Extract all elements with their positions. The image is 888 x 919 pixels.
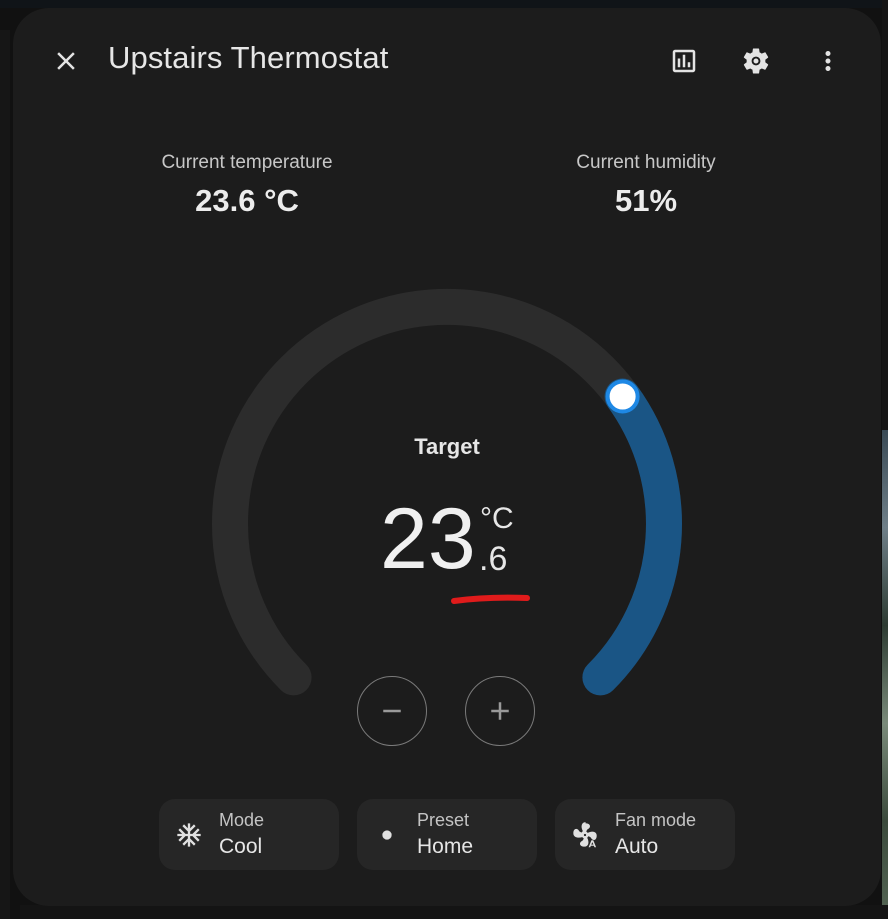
mode-chip[interactable]: Mode Cool [159,799,339,870]
mode-chip-label: Mode [219,810,265,830]
snowflake-icon [175,821,203,849]
dot-icon [373,821,401,849]
target-temperature-integer: 23 [380,491,476,587]
thermostat-dialog: Upstairs Thermostat Current temperature … [13,8,881,906]
decrease-temperature-button[interactable] [357,676,427,746]
target-temperature-unit: °C [480,502,514,535]
fan-auto-icon [571,821,599,849]
red-annotation-underline [451,594,530,604]
increase-temperature-button[interactable] [465,676,535,746]
preset-chip[interactable]: Preset Home [357,799,537,870]
background-top-bar [0,0,888,8]
background-right-image [882,430,888,919]
mode-chip-value: Cool [219,835,263,858]
background-bottom-panel [20,905,888,919]
fan-mode-chip-label: Fan mode [615,810,697,830]
target-temperature-dial[interactable] [13,8,881,768]
target-temperature-decimal: .6 [479,540,508,578]
fan-mode-chip-value: Auto [615,835,659,858]
background-left-panel [0,30,10,919]
minus-icon [383,709,401,713]
preset-chip-value: Home [417,835,474,858]
preset-chip-label: Preset [417,810,470,830]
target-label: Target [414,434,480,459]
background-right-panel [882,0,888,430]
plus-icon [491,702,509,720]
fan-mode-chip[interactable]: Fan mode Auto [555,799,735,870]
dial-handle[interactable] [605,379,640,414]
